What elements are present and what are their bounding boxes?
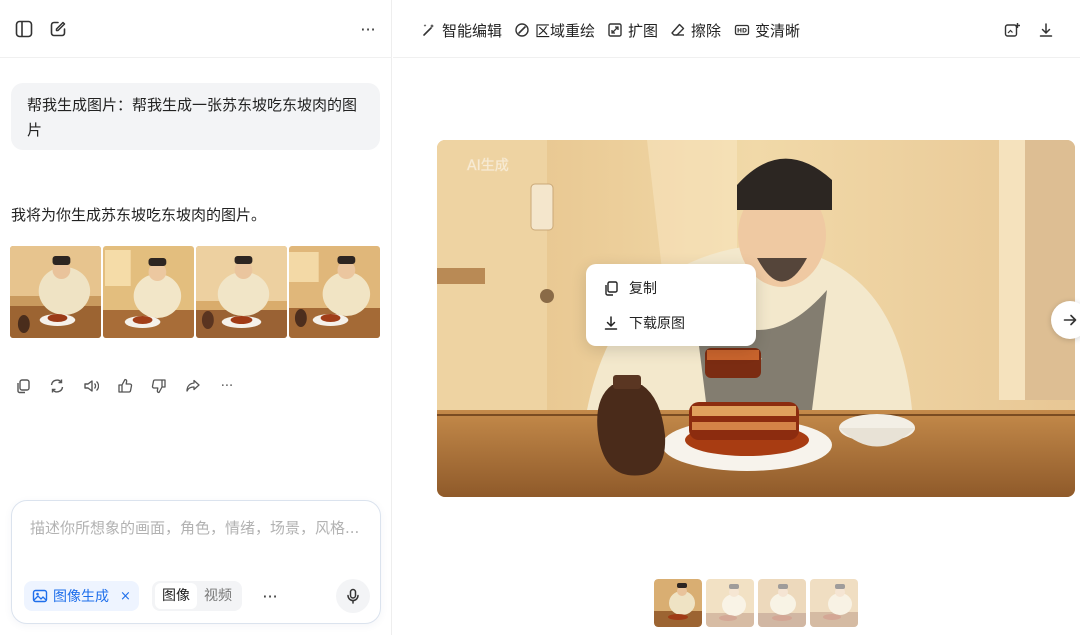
mode-chip-label: 图像生成	[53, 589, 109, 605]
image-context-menu: 复制 下载原图	[586, 264, 756, 346]
new-chat-icon[interactable]	[48, 19, 68, 39]
seg-video[interactable]: 视频	[197, 583, 239, 609]
arrow-right-icon	[1063, 314, 1077, 326]
expand-icon	[607, 22, 623, 38]
result-image[interactable]	[196, 246, 287, 338]
edit-toolbar: 智能编辑 区域重绘 扩图 擦除 HD 变清晰	[393, 0, 1080, 58]
filmstrip-thumb[interactable]	[706, 579, 754, 627]
ai-watermark: AI生成	[467, 158, 509, 174]
expand-button[interactable]: 扩图	[607, 19, 658, 41]
image-viewer-panel: 智能编辑 区域重绘 扩图 擦除 HD 变清晰 AI生成 复制 下载原图	[393, 0, 1080, 635]
prompt-input[interactable]	[30, 515, 365, 567]
sidebar-toggle-icon[interactable]	[14, 19, 34, 39]
filmstrip-thumb[interactable]	[758, 579, 806, 627]
dislike-icon[interactable]	[150, 377, 168, 395]
main-image[interactable]: AI生成	[437, 140, 1075, 497]
smart-edit-button[interactable]: 智能编辑	[421, 19, 502, 41]
share-icon[interactable]	[184, 377, 202, 395]
chat-panel: ··· 帮我生成图片：帮我生成一张苏东坡吃东坡肉的图片 我将为你生成苏东坡吃东坡…	[0, 0, 392, 635]
context-download-item[interactable]: 下载原图	[586, 305, 756, 340]
context-download-label: 下载原图	[629, 315, 685, 332]
brush-icon	[514, 22, 530, 38]
app-root: ··· 帮我生成图片：帮我生成一张苏东坡吃东坡肉的图片 我将为你生成苏东坡吃东坡…	[0, 0, 1080, 635]
download-icon[interactable]	[1035, 19, 1057, 41]
result-image[interactable]	[289, 246, 380, 338]
result-image[interactable]	[10, 246, 101, 338]
copy-icon[interactable]	[14, 377, 32, 395]
more-icon[interactable]: ···	[260, 581, 280, 611]
read-aloud-icon[interactable]	[82, 377, 100, 395]
context-copy-item[interactable]: 复制	[586, 270, 756, 305]
like-icon[interactable]	[116, 377, 134, 395]
message-actions: ···	[14, 376, 236, 396]
expand-label: 扩图	[628, 21, 659, 40]
regenerate-icon[interactable]	[48, 377, 66, 395]
copy-icon	[605, 280, 618, 296]
upscale-label: 变清晰	[755, 21, 801, 40]
erase-label: 擦除	[691, 21, 722, 40]
svg-text:HD: HD	[737, 28, 747, 35]
image-icon	[32, 589, 48, 603]
filmstrip-thumb[interactable]	[810, 579, 858, 627]
result-image-grid	[10, 246, 380, 338]
chat-topbar: ···	[0, 0, 392, 58]
assistant-reply: 我将为你生成苏东坡吃东坡肉的图片。	[11, 206, 267, 224]
user-message: 帮我生成图片：帮我生成一张苏东坡吃东坡肉的图片	[11, 83, 380, 150]
media-type-toggle: 图像 视频	[152, 581, 242, 611]
hd-icon: HD	[734, 22, 750, 38]
context-copy-label: 复制	[629, 280, 657, 297]
prompt-composer: 图像生成 × 图像 视频 ···	[11, 500, 381, 624]
more-icon[interactable]: ···	[218, 377, 236, 395]
more-icon[interactable]: ···	[356, 18, 380, 40]
image-filmstrip	[652, 577, 858, 629]
upscale-button[interactable]: HD 变清晰	[734, 19, 800, 41]
seg-image[interactable]: 图像	[155, 583, 197, 609]
result-image[interactable]	[103, 246, 194, 338]
close-icon[interactable]: ×	[120, 589, 131, 604]
region-redraw-button[interactable]: 区域重绘	[514, 19, 595, 41]
eraser-icon	[670, 22, 686, 38]
filmstrip-thumb[interactable]	[652, 577, 704, 629]
region-redraw-label: 区域重绘	[535, 21, 596, 40]
download-icon	[604, 315, 618, 330]
mode-chip-image-generation[interactable]: 图像生成 ×	[24, 581, 139, 611]
erase-button[interactable]: 擦除	[670, 19, 721, 41]
add-to-canvas-icon[interactable]	[1001, 19, 1023, 41]
smart-edit-label: 智能编辑	[442, 21, 503, 40]
microphone-icon[interactable]	[336, 579, 370, 613]
magic-wand-icon	[421, 22, 437, 38]
